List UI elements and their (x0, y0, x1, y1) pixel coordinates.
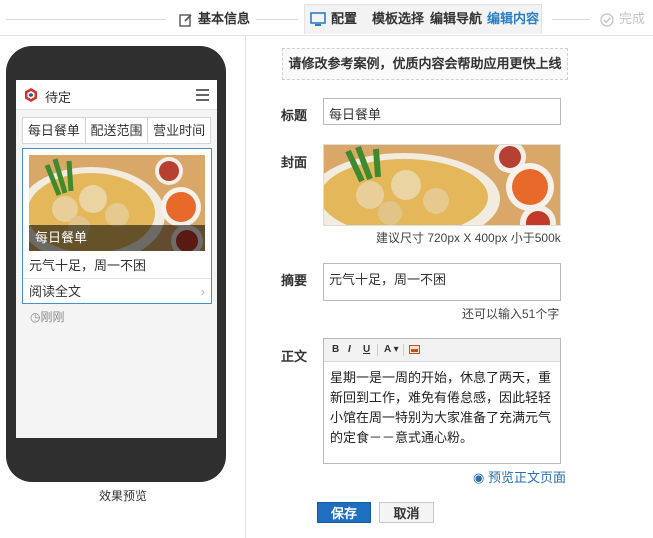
chevron-right-icon: › (200, 284, 205, 299)
summary-char-hint: 还可以输入51个字 (462, 307, 560, 321)
summary-textarea[interactable]: 元气十足，周一不困 (323, 263, 561, 301)
step-connector (256, 19, 298, 20)
cancel-button[interactable]: 取消 (379, 502, 434, 523)
image-insert-icon[interactable] (409, 345, 420, 357)
post-time: ◷刚刚 (30, 308, 65, 325)
cover-food-image (324, 145, 560, 225)
font-color-label: A (384, 344, 391, 355)
step-connector (6, 19, 166, 20)
toolbar-divider (377, 344, 378, 356)
cover-size-hint: 建议尺寸 720px X 400px 小于500k (376, 231, 561, 245)
tab-edit-nav[interactable]: 编辑导航 (430, 10, 482, 28)
article-cover-image: 每日餐单 (29, 155, 205, 251)
step-finish-label: 完成 (619, 11, 646, 26)
post-time-label: 刚刚 (40, 310, 65, 324)
read-more-label: 阅读全文 (29, 284, 82, 299)
step-basic-info-label: 基本信息 (198, 11, 251, 26)
step-finish: 完成 (600, 10, 645, 28)
tab-edit-content[interactable]: 编辑内容 (487, 10, 539, 28)
bold-button[interactable]: B (332, 344, 339, 355)
title-label: 标题 (281, 108, 308, 123)
save-button[interactable]: 保存 (317, 502, 371, 523)
mobile-nav-item[interactable]: 配送范围 (86, 118, 149, 143)
preview-caption: 效果预览 (98, 489, 147, 503)
toolbar-divider (403, 344, 404, 356)
mobile-header: 待定 (16, 80, 217, 110)
editor-toolbar: B I U A ▾ (324, 339, 560, 362)
steps-bar: 基本信息 配置 模板选择 编辑导航 编辑内容 完成 (0, 0, 653, 36)
rich-text-editor[interactable]: B I U A ▾ 星期一是一周的开始，休息了两天，重新回到工作，难免有倦怠感，… (323, 338, 561, 464)
italic-button[interactable]: I (348, 344, 351, 355)
tab-template[interactable]: 模板选择 (372, 10, 424, 28)
check-circle-icon (600, 12, 614, 27)
read-more-link[interactable]: 阅读全文 › (23, 278, 211, 304)
cover-image-upload[interactable] (323, 144, 561, 226)
app-logo-icon (25, 88, 37, 102)
preview-body-link[interactable]: ◉ 预览正文页面 (473, 467, 566, 486)
step-config[interactable]: 配置 (310, 10, 357, 28)
mobile-nav: 每日餐单 配送范围 营业时间 (22, 117, 211, 144)
body-label: 正文 (281, 349, 308, 364)
underline-button[interactable]: U (363, 344, 370, 355)
article-card-summary: 元气十足，周一不困 (29, 258, 147, 273)
mobile-app-title: 待定 (45, 90, 72, 105)
cover-label: 封面 (281, 155, 308, 170)
mobile-nav-item[interactable]: 每日餐单 (23, 118, 86, 143)
step-basic-info[interactable]: 基本信息 (179, 10, 250, 28)
title-input[interactable]: 每日餐单 (323, 98, 561, 125)
editor-content[interactable]: 星期一是一周的开始，休息了两天，重新回到工作，难免有倦怠感，因此轻轻小馆在周一特… (324, 362, 560, 454)
preview-body-label: 预览正文页面 (487, 470, 566, 485)
mobile-nav-item[interactable]: 营业时间 (148, 118, 210, 143)
clock-icon: ◷ (30, 310, 41, 324)
monitor-icon (310, 12, 326, 27)
summary-label: 摘要 (281, 273, 308, 288)
phone-screen: 待定 每日餐单 配送范围 营业时间 每日餐单 元气十足，周一不困 阅读全文 › … (16, 80, 217, 438)
hamburger-icon[interactable] (196, 89, 209, 104)
article-card[interactable]: 每日餐单 元气十足，周一不困 阅读全文 › (22, 148, 212, 304)
eye-icon: ◉ (473, 470, 485, 485)
edit-icon (179, 13, 192, 27)
step-config-label: 配置 (331, 11, 358, 26)
font-color-button[interactable]: A ▾ (384, 344, 399, 355)
notice-banner: 请修改参考案例，优质内容会帮助应用更快上线 (282, 48, 568, 80)
step-connector (552, 19, 590, 20)
article-card-title: 每日餐单 (29, 225, 205, 251)
